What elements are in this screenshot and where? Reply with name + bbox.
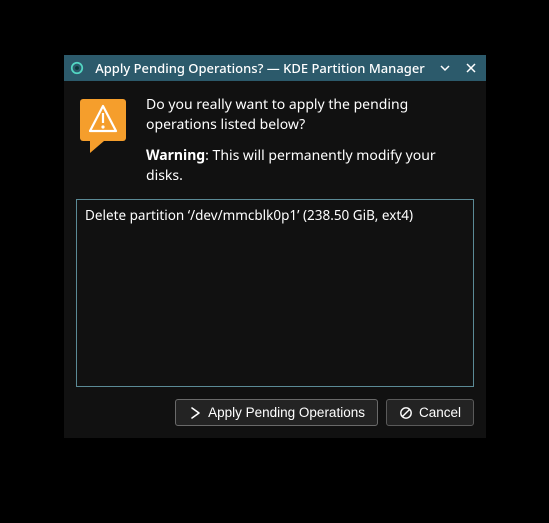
button-row: Apply Pending Operations Cancel: [76, 399, 474, 426]
dialog-body: Do you really want to apply the pending …: [64, 81, 486, 438]
warning-paragraph: Warning: This will permanently modify yo…: [146, 146, 474, 185]
apply-button-label: Apply Pending Operations: [208, 405, 365, 420]
warning-icon: [76, 97, 130, 157]
cancel-button-label: Cancel: [419, 405, 461, 420]
operations-list[interactable]: Delete partition ‘/dev/mmcblk0p1’ (238.5…: [76, 199, 474, 387]
message-row: Do you really want to apply the pending …: [76, 95, 474, 185]
arrow-down-icon[interactable]: [436, 59, 454, 77]
window-title: Apply Pending Operations? — KDE Partitio…: [92, 59, 428, 77]
message-text: Do you really want to apply the pending …: [146, 95, 474, 185]
cancel-button[interactable]: Cancel: [386, 399, 474, 426]
apply-button[interactable]: Apply Pending Operations: [175, 399, 378, 426]
list-item[interactable]: Delete partition ‘/dev/mmcblk0p1’ (238.5…: [85, 206, 465, 224]
app-icon: [70, 61, 84, 75]
confirmation-dialog: Apply Pending Operations? — KDE Partitio…: [64, 55, 486, 438]
close-icon[interactable]: [462, 59, 480, 77]
warning-label: Warning: [146, 146, 205, 165]
window-titlebar: Apply Pending Operations? — KDE Partitio…: [64, 55, 486, 81]
question-text: Do you really want to apply the pending …: [146, 95, 474, 134]
